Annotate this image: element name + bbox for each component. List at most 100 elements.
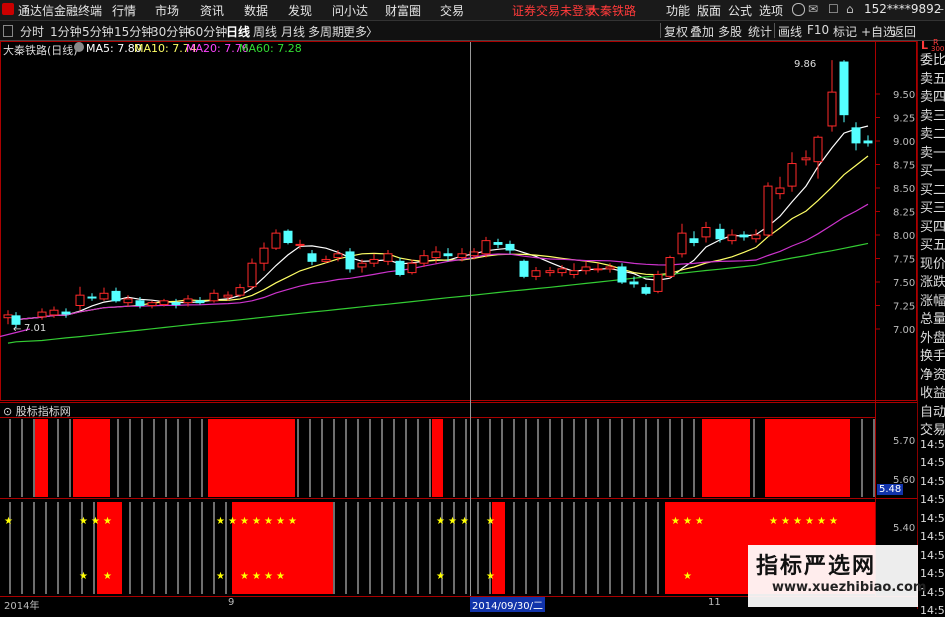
kline-chart[interactable]: ★ ★ ★ ★ ★ ★ ★ ★ ★ ★ ★ ★ ★ ★ ★ ★ ★ ★ ★ ★ ★ ★ ★ ★★ ★ ★ ★ ★ ★ ★ ★ ★ ★ 9.509… — [0, 41, 917, 609]
quote-item: 14:56 — [920, 456, 945, 469]
panel-toggle-icon[interactable] — [3, 25, 13, 37]
tab-daily[interactable]: 日线 — [226, 23, 250, 40]
candle — [123, 295, 133, 307]
candle — [259, 242, 269, 271]
message-icon[interactable]: ✉ — [808, 2, 818, 16]
tab-more[interactable]: 更多 — [343, 23, 367, 40]
menu-item-shichang[interactable]: 市场 — [155, 2, 179, 19]
star-icon: ★ — [448, 516, 457, 527]
star-icon: ★ — [829, 516, 838, 527]
menu-item-jiaoyi[interactable]: 交易 — [440, 2, 464, 19]
star-icon: ★ — [817, 516, 826, 527]
collapse-icon[interactable]: ⊙ — [3, 405, 12, 418]
ind1-tick: 5.70 — [893, 436, 916, 447]
tab-fenshi[interactable]: 分时 — [20, 23, 44, 40]
quote-item: 买五 — [920, 238, 945, 253]
quote-item[interactable]: 交易 — [920, 419, 945, 438]
candle — [617, 263, 627, 284]
quote-item: 卖三 — [920, 108, 945, 124]
multi-stock-button[interactable]: 多股 — [718, 23, 742, 40]
overlay-button[interactable]: 叠加 — [690, 23, 714, 40]
tab-monthly[interactable]: 月线 — [281, 23, 305, 40]
tab-5min[interactable]: 5分钟 — [82, 23, 114, 40]
quote-item: 买一 — [920, 164, 945, 179]
ma60-label: MA60: 7.28 — [239, 42, 302, 55]
star-icon: ★ — [79, 571, 88, 582]
tab-weekly[interactable]: 周线 — [253, 23, 277, 40]
quote-item: 现价 — [920, 256, 945, 272]
candle — [701, 221, 711, 243]
back-button[interactable]: 返回 — [892, 23, 916, 40]
divider — [660, 23, 661, 38]
star-icon: ★ — [103, 571, 112, 582]
menu-item-gongshi[interactable]: 公式 — [728, 2, 752, 19]
ma-line — [7, 125, 869, 321]
time-label: 9 — [228, 597, 235, 608]
candle — [689, 231, 699, 247]
candle — [383, 250, 393, 266]
add-favorite-button[interactable]: +自选 — [861, 23, 895, 40]
menu-item-shuju[interactable]: 数据 — [244, 2, 268, 19]
quote-side-panel: L R 300 委比 卖五 卖四 卖三 卖二 卖一 买一 买二 买三 买四 买五 现价 涨跌 涨幅 总量 外盘… — [917, 38, 945, 617]
quote-item: 收益 — [920, 386, 945, 401]
menu-item-gongneng[interactable]: 功能 — [666, 2, 690, 19]
candle — [209, 289, 219, 303]
quote-item: 14:56 — [920, 567, 945, 580]
price-tick: 7.75 — [893, 255, 915, 266]
candle — [751, 229, 761, 243]
stats-button[interactable]: 统计 — [748, 23, 772, 40]
draw-line-button[interactable]: 画线 — [778, 23, 802, 40]
candle — [581, 261, 591, 275]
chart-settings-icon[interactable] — [74, 42, 84, 52]
tab-1min[interactable]: 1分钟 — [50, 23, 82, 40]
tab-60min[interactable]: 60分钟 — [188, 23, 227, 40]
star-icon: ★ — [240, 571, 249, 582]
star-icon: ★ — [79, 516, 88, 527]
menu-item-faxian[interactable]: 发现 — [288, 2, 312, 19]
quote-item: 14:56 — [920, 548, 945, 562]
menu-item-wenxiaoda[interactable]: 问小达 — [332, 2, 368, 19]
star-icon: ★ — [781, 516, 790, 527]
candle — [505, 240, 515, 254]
star-icon: ★ — [671, 516, 680, 527]
menu-item-zixun[interactable]: 资讯 — [200, 2, 224, 19]
ind2-current-value: 5.48 — [877, 484, 904, 495]
tab-multi-period[interactable]: 多周期 — [308, 23, 344, 40]
menu-item-banmian[interactable]: 版面 — [697, 2, 721, 19]
star-icon: ★ — [805, 516, 814, 527]
menu-item-caifuquan[interactable]: 财富圈 — [385, 2, 421, 19]
fuquan-button[interactable]: 复权 — [664, 23, 688, 40]
star-icon: ★ — [91, 516, 100, 527]
phone-icon[interactable]: ☐ — [828, 2, 839, 16]
low-price-label: 7.01 — [24, 323, 47, 334]
star-icon: ★ — [436, 571, 445, 582]
price-tick: 9.00 — [893, 137, 915, 148]
quote-item: 委比 — [920, 53, 945, 68]
candle — [727, 229, 737, 245]
candle — [395, 257, 405, 277]
star-icon: ★ — [216, 571, 225, 582]
quote-item: 14:56 — [920, 604, 945, 617]
current-stock-name: 大秦铁路 — [588, 4, 637, 18]
star-icon: ★ — [276, 516, 285, 527]
trade-login-status[interactable]: 证券交易未登录 — [512, 2, 596, 19]
f10-button[interactable]: F10 — [807, 23, 829, 37]
crosshair-date-label: 2014/09/30/二 — [470, 597, 546, 612]
low-arrow-icon: ← — [13, 324, 22, 335]
lock-icon[interactable]: ⌂ — [846, 2, 854, 16]
more-chevron-icon[interactable]: 〉 — [366, 23, 378, 40]
user-account[interactable]: 152****9892 — [864, 2, 941, 16]
minimize-button[interactable]: – — [938, 2, 944, 16]
quote-item[interactable]: 自动 — [920, 401, 945, 420]
ind-block — [208, 419, 295, 497]
candle — [653, 270, 663, 294]
candle — [641, 283, 651, 296]
tab-15min[interactable]: 15分钟 — [114, 23, 153, 40]
menu-item-xuanxiang[interactable]: 选项 — [759, 2, 783, 19]
quote-item: 涨幅 — [920, 293, 945, 309]
quote-item: 14:56 — [920, 474, 945, 488]
star-icon: ★ — [252, 516, 261, 527]
mark-button[interactable]: 标记 — [833, 23, 857, 40]
tab-30min[interactable]: 30分钟 — [151, 23, 190, 40]
menu-item-hangqing[interactable]: 行情 — [112, 2, 136, 19]
